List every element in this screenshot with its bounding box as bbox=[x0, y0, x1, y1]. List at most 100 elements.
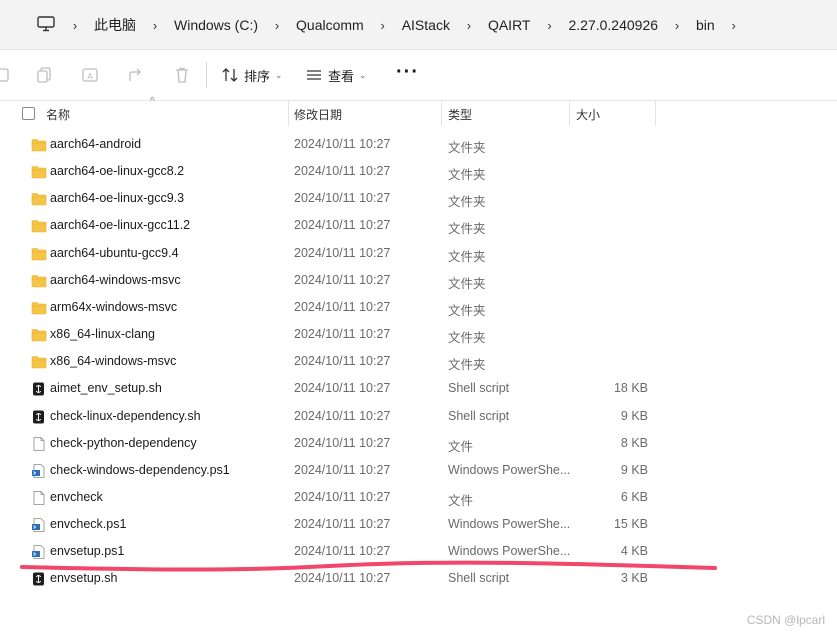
file-row[interactable]: check-python-dependency 2024/10/11 10:27 文… bbox=[0, 430, 837, 457]
chevron-right-icon[interactable]: › bbox=[144, 0, 166, 50]
file-row[interactable]: envcheck 2024/10/11 10:27 文件 6 KB bbox=[0, 484, 837, 511]
file-type: 文件夹 bbox=[448, 195, 486, 210]
column-date[interactable]: 修改日期 bbox=[294, 106, 342, 123]
file-modified-date: 2024/10/11 10:27 bbox=[294, 544, 391, 559]
shell-script-icon bbox=[31, 572, 47, 586]
more-options-button[interactable]: ··· bbox=[396, 62, 419, 82]
chevron-right-icon[interactable]: › bbox=[458, 0, 480, 50]
copy-icon[interactable] bbox=[36, 66, 54, 84]
chevron-right-icon[interactable]: › bbox=[64, 0, 86, 50]
file-row[interactable]: aarch64-android 2024/10/11 10:27 文件夹 bbox=[0, 131, 837, 158]
file-modified-date: 2024/10/11 10:27 bbox=[294, 299, 391, 314]
folder-icon bbox=[31, 301, 47, 315]
shell-script-icon bbox=[31, 382, 47, 396]
file-name: x86_64-windows-msvc bbox=[50, 354, 177, 369]
file-name: aarch64-oe-linux-gcc8.2 bbox=[50, 164, 185, 179]
shell-script-icon bbox=[31, 410, 47, 424]
breadcrumb-item[interactable]: Qualcomm bbox=[288, 17, 372, 33]
file-type: Windows PowerShe... bbox=[448, 462, 571, 477]
file-row[interactable]: x86_64-windows-msvc 2024/10/11 10:27 文件夹 bbox=[0, 348, 837, 375]
chevron-right-icon[interactable]: › bbox=[372, 0, 394, 50]
file-row[interactable]: aarch64-windows-msvc 2024/10/11 10:27 文件夹 bbox=[0, 267, 837, 294]
column-type[interactable]: 类型 bbox=[448, 106, 472, 123]
file-size: 9 KB bbox=[620, 408, 648, 423]
folder-icon bbox=[31, 247, 47, 261]
file-name: x86_64-linux-clang bbox=[50, 327, 155, 342]
file-row[interactable]: aarch64-ubuntu-gcc9.4 2024/10/11 10:27 文件夹 bbox=[0, 240, 837, 267]
file-row[interactable]: aarch64-oe-linux-gcc9.3 2024/10/11 10:27 文… bbox=[0, 185, 837, 212]
file-modified-date: 2024/10/11 10:27 bbox=[294, 489, 391, 504]
file-modified-date: 2024/10/11 10:27 bbox=[294, 354, 391, 369]
file-modified-date: 2024/10/11 10:27 bbox=[294, 408, 391, 423]
view-button[interactable]: 查看 ⌄ bbox=[306, 65, 367, 85]
breadcrumb: › 此电脑 › Windows (C:) › Qualcomm › AIStack › QAIRT… bbox=[64, 0, 745, 50]
file-name: aarch64-ubuntu-gcc9.4 bbox=[50, 245, 179, 260]
chevron-right-icon[interactable]: › bbox=[723, 0, 745, 50]
file-row[interactable]: x86_64-linux-clang 2024/10/11 10:27 文件夹 bbox=[0, 321, 837, 348]
chevron-down-icon: ⌄ bbox=[359, 69, 367, 80]
file-row[interactable]: envcheck.ps1 2024/10/11 10:27 Windows Powe… bbox=[0, 511, 837, 538]
sort-icon bbox=[222, 68, 238, 82]
file-row[interactable]: envsetup.ps1 2024/10/11 10:27 Windows Powe… bbox=[0, 538, 837, 565]
breadcrumb-item[interactable]: 2.27.0.240926 bbox=[560, 17, 666, 33]
share-icon[interactable] bbox=[127, 66, 145, 84]
chevron-right-icon[interactable]: › bbox=[266, 0, 288, 50]
file-type: Windows PowerShe... bbox=[448, 544, 571, 559]
file-row[interactable]: aarch64-oe-linux-gcc8.2 2024/10/11 10:27 文… bbox=[0, 158, 837, 185]
rename-icon[interactable]: A bbox=[81, 66, 99, 84]
breadcrumb-item[interactable]: bin bbox=[688, 17, 723, 33]
sort-ascending-icon: ^ bbox=[150, 96, 155, 107]
file-name: envsetup.sh bbox=[50, 571, 118, 586]
file-type: Shell script bbox=[448, 571, 510, 586]
folder-icon bbox=[31, 165, 47, 179]
file-name: check-windows-dependency.ps1 bbox=[50, 462, 230, 477]
breadcrumb-item[interactable]: QAIRT bbox=[480, 17, 539, 33]
column-size[interactable]: 大小 bbox=[576, 106, 600, 123]
new-item-icon[interactable] bbox=[0, 66, 12, 84]
file-type: Shell script bbox=[448, 408, 510, 423]
column-divider[interactable] bbox=[288, 100, 289, 126]
file-name: envcheck.ps1 bbox=[50, 517, 127, 532]
file-modified-date: 2024/10/11 10:27 bbox=[294, 381, 391, 396]
file-row[interactable]: arm64x-windows-msvc 2024/10/11 10:27 文件夹 bbox=[0, 294, 837, 321]
file-modified-date: 2024/10/11 10:27 bbox=[294, 191, 391, 206]
breadcrumb-item[interactable]: 此电脑 bbox=[86, 15, 144, 35]
file-name: envsetup.ps1 bbox=[50, 544, 125, 559]
this-pc-icon[interactable] bbox=[37, 16, 55, 32]
select-all-checkbox[interactable] bbox=[22, 107, 35, 120]
file-row[interactable]: aarch64-oe-linux-gcc11.2 2024/10/11 10:27… bbox=[0, 212, 837, 239]
file-type: 文件夹 bbox=[448, 358, 486, 373]
file-type: 文件夹 bbox=[448, 249, 486, 264]
folder-icon bbox=[31, 219, 47, 233]
breadcrumb-item[interactable]: AIStack bbox=[394, 17, 458, 33]
file-modified-date: 2024/10/11 10:27 bbox=[294, 327, 391, 342]
file-modified-date: 2024/10/11 10:27 bbox=[294, 218, 391, 233]
file-row[interactable]: check-windows-dependency.ps1 2024/10/11 1… bbox=[0, 457, 837, 484]
file-type: 文件夹 bbox=[448, 222, 486, 237]
file-name: check-linux-dependency.sh bbox=[50, 408, 201, 423]
file-type: 文件 bbox=[448, 493, 474, 508]
breadcrumb-item[interactable]: Windows (C:) bbox=[166, 17, 266, 33]
address-bar[interactable]: › 此电脑 › Windows (C:) › Qualcomm › AIStack › QAIRT… bbox=[0, 0, 837, 50]
chevron-down-icon: ⌄ bbox=[275, 69, 283, 80]
file-modified-date: 2024/10/11 10:27 bbox=[294, 517, 391, 532]
file-row[interactable]: check-linux-dependency.sh 2024/10/11 10:2… bbox=[0, 403, 837, 430]
folder-icon bbox=[31, 328, 47, 342]
column-divider[interactable] bbox=[569, 100, 570, 126]
chevron-right-icon[interactable]: › bbox=[538, 0, 560, 50]
file-type: 文件夹 bbox=[448, 141, 486, 155]
file-name: aarch64-windows-msvc bbox=[50, 272, 181, 287]
file-row[interactable]: aimet_env_setup.sh 2024/10/11 10:27 Shell … bbox=[0, 375, 837, 402]
sort-button[interactable]: 排序 ⌄ bbox=[222, 65, 283, 85]
file-size: 9 KB bbox=[620, 462, 648, 477]
column-divider[interactable] bbox=[441, 100, 442, 126]
folder-icon bbox=[31, 355, 47, 369]
delete-icon[interactable] bbox=[173, 66, 191, 84]
file-row[interactable]: envsetup.sh 2024/10/11 10:27 Shell script 3… bbox=[0, 565, 837, 592]
chevron-right-icon[interactable]: › bbox=[666, 0, 688, 50]
file-name: aarch64-android bbox=[50, 137, 142, 151]
column-divider[interactable] bbox=[655, 100, 656, 126]
file-icon bbox=[31, 436, 47, 451]
column-name[interactable]: 名称 bbox=[46, 106, 70, 123]
file-size: 6 KB bbox=[620, 489, 648, 504]
